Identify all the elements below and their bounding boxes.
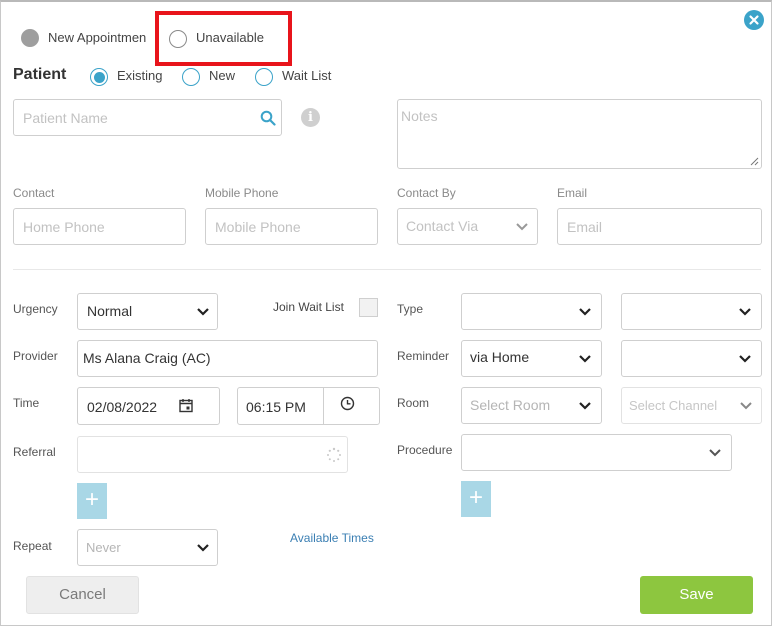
- room-placeholder: Select Room: [470, 397, 551, 413]
- plus-icon: +: [468, 484, 483, 511]
- time-label: Time: [13, 396, 40, 410]
- chevron-down-icon: [740, 402, 752, 410]
- chevron-down-icon: [197, 308, 209, 316]
- cancel-button-label: Cancel: [59, 586, 106, 603]
- email-input[interactable]: Email: [557, 208, 762, 245]
- type-label: Type: [397, 302, 424, 316]
- home-phone-input[interactable]: Home Phone: [13, 208, 186, 245]
- clock-icon[interactable]: [340, 396, 355, 411]
- urgency-label: Urgency: [13, 302, 58, 316]
- section-divider: [13, 269, 761, 270]
- close-icon[interactable]: [744, 10, 764, 30]
- wait-list-radio[interactable]: [255, 68, 273, 86]
- appointment-dialog: New Appointmen Unavailable Patient Exist…: [0, 0, 772, 626]
- time-value: 06:15 PM: [246, 399, 306, 415]
- referral-label: Referral: [13, 445, 56, 459]
- loading-spinner-icon: [327, 447, 341, 462]
- provider-input[interactable]: Ms Alana Craig (AC): [77, 340, 378, 377]
- provider-label: Provider: [13, 349, 58, 363]
- notes-placeholder: Notes: [401, 108, 438, 124]
- room-select[interactable]: Select Room: [461, 387, 602, 424]
- provider-value: Ms Alana Craig (AC): [83, 350, 211, 366]
- procedure-label: Procedure: [397, 443, 453, 457]
- repeat-placeholder: Never: [86, 540, 121, 555]
- resize-handle-icon[interactable]: [749, 156, 759, 166]
- save-button-label: Save: [679, 586, 714, 603]
- patient-name-placeholder: Patient Name: [23, 110, 108, 126]
- contact-label: Contact: [13, 186, 55, 200]
- procedure-select[interactable]: [461, 434, 732, 471]
- join-wait-list-label: Join Wait List: [273, 300, 344, 314]
- channel-select[interactable]: Select Channel: [621, 387, 762, 424]
- chevron-down-icon: [579, 308, 591, 316]
- join-wait-list-checkbox[interactable]: [359, 298, 378, 317]
- home-phone-placeholder: Home Phone: [23, 219, 105, 235]
- wait-list-label: Wait List: [282, 68, 332, 83]
- notes-textarea[interactable]: Notes: [397, 99, 762, 169]
- reminder-label: Reminder: [397, 349, 450, 363]
- patient-heading: Patient: [13, 66, 67, 83]
- time-divider: [323, 388, 324, 424]
- highlight-box: [155, 11, 292, 66]
- room-label: Room: [397, 396, 430, 410]
- new-appointment-radio[interactable]: [21, 29, 39, 47]
- date-input[interactable]: 02/08/2022: [77, 387, 220, 425]
- patient-name-input[interactable]: Patient Name: [13, 99, 282, 136]
- chevron-down-icon: [709, 449, 721, 457]
- add-referral-button[interactable]: +: [77, 483, 107, 519]
- cancel-button[interactable]: Cancel: [26, 576, 139, 614]
- existing-label: Existing: [117, 68, 163, 83]
- new-label: New: [209, 68, 236, 83]
- search-icon[interactable]: [260, 110, 276, 126]
- reminder-value: via Home: [470, 349, 530, 365]
- contact-via-placeholder: Contact Via: [406, 218, 479, 234]
- date-value: 02/08/2022: [87, 399, 158, 415]
- email-label: Email: [557, 186, 588, 200]
- time-input[interactable]: 06:15 PM: [237, 387, 380, 425]
- contact-via-select[interactable]: Contact Via: [397, 208, 538, 245]
- mobile-phone-label: Mobile Phone: [205, 186, 279, 200]
- repeat-select[interactable]: Never: [77, 529, 218, 566]
- new-radio[interactable]: [182, 68, 200, 86]
- referral-input[interactable]: [77, 436, 348, 473]
- save-button[interactable]: Save: [640, 576, 753, 614]
- calendar-icon[interactable]: [179, 398, 193, 413]
- mobile-phone-placeholder: Mobile Phone: [215, 219, 301, 235]
- repeat-label: Repeat: [13, 539, 52, 553]
- email-placeholder: Email: [567, 219, 603, 235]
- chevron-down-icon: [579, 355, 591, 363]
- chevron-down-icon: [739, 308, 751, 316]
- existing-radio[interactable]: [90, 68, 108, 86]
- info-icon[interactable]: i: [301, 108, 320, 127]
- contact-by-label: Contact By: [397, 186, 456, 200]
- chevron-down-icon: [579, 402, 591, 410]
- new-appointment-label: New Appointmen: [48, 30, 147, 45]
- available-times-link[interactable]: Available Times: [290, 531, 374, 545]
- chevron-down-icon: [516, 223, 528, 231]
- chevron-down-icon: [197, 544, 209, 552]
- add-procedure-button[interactable]: +: [461, 481, 491, 517]
- channel-placeholder: Select Channel: [629, 398, 718, 413]
- chevron-down-icon: [739, 355, 751, 363]
- urgency-value: Normal: [87, 303, 133, 319]
- urgency-select[interactable]: Normal: [77, 293, 218, 330]
- reminder-select[interactable]: via Home: [461, 340, 602, 377]
- type-select[interactable]: [461, 293, 602, 330]
- mobile-phone-input[interactable]: Mobile Phone: [205, 208, 378, 245]
- type-sub-select[interactable]: [621, 293, 762, 330]
- reminder-sub-select[interactable]: [621, 340, 762, 377]
- plus-icon: +: [84, 486, 99, 513]
